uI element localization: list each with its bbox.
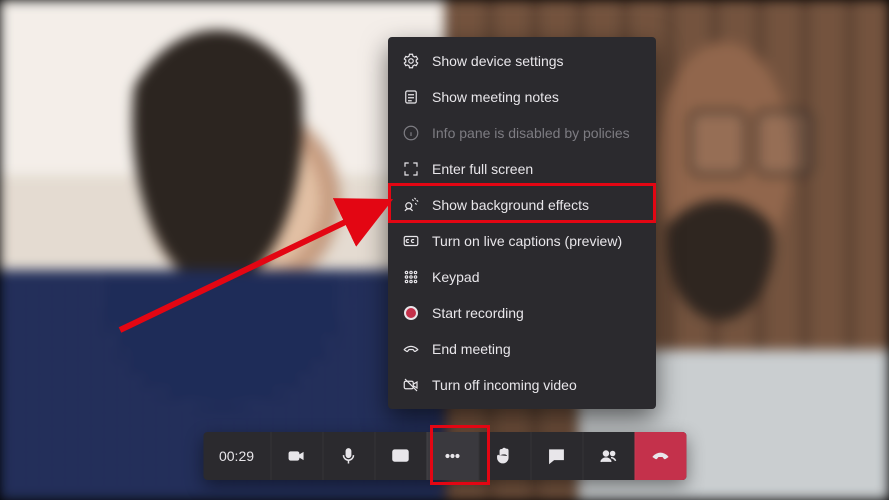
menu-item-label: Start recording: [432, 305, 524, 322]
raise-hand-button[interactable]: [478, 432, 530, 480]
fullscreen-icon: [402, 160, 420, 178]
menu-item-end-meeting[interactable]: End meeting: [388, 331, 656, 367]
menu-item-device-settings[interactable]: Show device settings: [388, 43, 656, 79]
keypad-icon: [402, 268, 420, 286]
menu-item-live-captions[interactable]: Turn on live captions (preview): [388, 223, 656, 259]
menu-item-meeting-notes[interactable]: Show meeting notes: [388, 79, 656, 115]
menu-item-label: Show background effects: [432, 197, 589, 214]
menu-item-label: End meeting: [432, 341, 511, 358]
menu-item-label: Keypad: [432, 269, 479, 286]
chat-button[interactable]: [530, 432, 582, 480]
background-effects-icon: [402, 196, 420, 214]
info-icon: [402, 124, 420, 142]
more-actions-button[interactable]: [426, 432, 478, 480]
end-call-icon: [402, 340, 420, 358]
record-icon: [402, 304, 420, 322]
call-timer: 00:29: [203, 432, 270, 480]
menu-item-start-recording[interactable]: Start recording: [388, 295, 656, 331]
menu-item-label: Show device settings: [432, 53, 564, 70]
menu-item-incoming-video-off[interactable]: Turn off incoming video: [388, 367, 656, 403]
camera-toggle-button[interactable]: [270, 432, 322, 480]
meeting-toolbar: 00:29: [203, 432, 686, 480]
mic-toggle-button[interactable]: [322, 432, 374, 480]
participants-button[interactable]: [582, 432, 634, 480]
gear-icon: [402, 52, 420, 70]
menu-item-label: Show meeting notes: [432, 89, 559, 106]
menu-item-keypad[interactable]: Keypad: [388, 259, 656, 295]
menu-item-label: Info pane is disabled by policies: [432, 125, 630, 142]
menu-item-label: Enter full screen: [432, 161, 533, 178]
cc-icon: [402, 232, 420, 250]
menu-item-label: Turn on live captions (preview): [432, 233, 622, 250]
share-screen-button[interactable]: [374, 432, 426, 480]
menu-item-background-effects[interactable]: Show background effects: [388, 187, 656, 223]
menu-item-full-screen[interactable]: Enter full screen: [388, 151, 656, 187]
menu-item-label: Turn off incoming video: [432, 377, 577, 394]
menu-item-info-pane-disabled: Info pane is disabled by policies: [388, 115, 656, 151]
hangup-button[interactable]: [634, 432, 686, 480]
more-actions-menu: Show device settings Show meeting notes …: [388, 37, 656, 409]
video-off-icon: [402, 376, 420, 394]
participant-tile: [0, 0, 445, 500]
notes-icon: [402, 88, 420, 106]
